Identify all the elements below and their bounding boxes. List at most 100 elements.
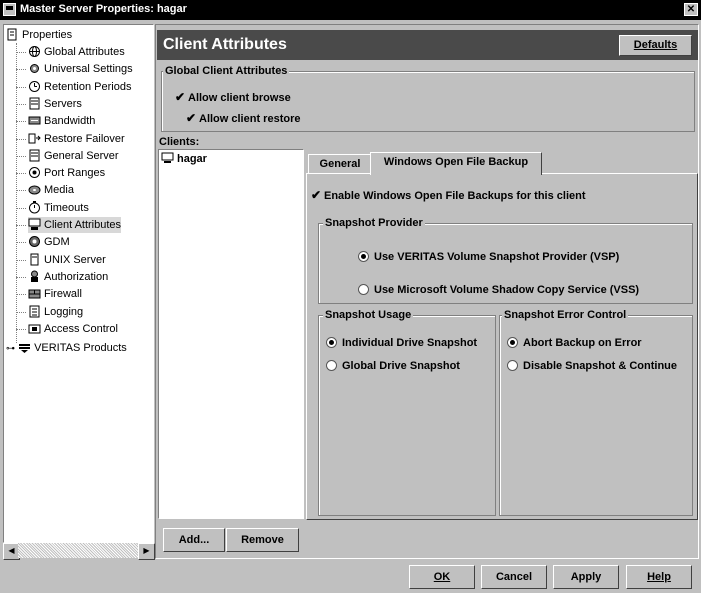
tree-item-access-control[interactable]: Access Control	[28, 321, 118, 337]
bandwidth-icon	[28, 114, 41, 127]
close-icon[interactable]: ✕	[684, 3, 698, 16]
error-disable-radio[interactable]: Disable Snapshot & Continue	[507, 360, 677, 372]
tree-item-logging[interactable]: Logging	[28, 304, 83, 320]
checkmark-icon: ✔	[186, 111, 197, 125]
help-button[interactable]: Help	[626, 565, 692, 589]
defaults-button[interactable]: Defaults	[619, 35, 692, 56]
allow-client-restore-checkbox[interactable]: ✔ Allow client restore	[186, 111, 300, 125]
cancel-button[interactable]: Cancel	[481, 565, 547, 589]
tree-item-servers[interactable]: Servers	[28, 96, 82, 112]
tree-item-label: Logging	[44, 305, 84, 318]
usage-global-label: Global Drive Snapshot	[342, 360, 460, 372]
tree-item-bandwidth[interactable]: Bandwidth	[28, 113, 95, 129]
global-attributes-title: Global Client Attributes	[163, 65, 290, 77]
tree-item-label: Client Attributes	[44, 219, 122, 231]
tree-item-unix-server[interactable]: UNIX Server	[28, 252, 106, 268]
client-name: hagar	[177, 153, 207, 165]
timer-icon	[28, 200, 41, 214]
firewall-icon	[28, 287, 41, 300]
provider-vss-label: Use Microsoft Volume Shadow Copy Service…	[374, 284, 640, 296]
tree-item-global-attributes[interactable]: Global Attributes	[28, 44, 125, 60]
scroll-track[interactable]	[18, 543, 138, 558]
usage-individual-label: Individual Drive Snapshot	[342, 337, 478, 349]
media-icon	[28, 183, 41, 196]
tree-connector	[16, 328, 26, 330]
tree-item-label: Bandwidth	[44, 115, 96, 128]
tree-connector	[16, 225, 26, 226]
remove-client-button[interactable]: Remove	[226, 528, 299, 552]
clock-icon	[28, 80, 41, 93]
tab-general[interactable]: General	[308, 154, 372, 174]
tab-wofb-label: Windows Open File Backup	[383, 156, 529, 168]
tree-item-label: UNIX Server	[44, 253, 106, 266]
radio-selected-icon	[507, 337, 518, 348]
tree-item-retention-periods[interactable]: Retention Periods	[28, 79, 131, 95]
checkmark-icon: ✔	[311, 188, 322, 202]
tree-item-label: Servers	[44, 97, 82, 110]
tree-item-timeouts[interactable]: Timeouts	[28, 200, 89, 216]
tree-item-label: Port Ranges	[44, 167, 106, 180]
server-icon	[28, 149, 41, 162]
failover-icon	[28, 132, 41, 145]
apply-button[interactable]: Apply	[553, 565, 619, 589]
tree-connector	[16, 259, 26, 261]
tree-horizontal-scrollbar[interactable]: ◀ ▶	[3, 543, 155, 560]
tree-item-firewall[interactable]: Firewall	[28, 286, 82, 302]
help-button-label: Help	[647, 571, 671, 583]
tree-veritas-label: VERITAS Products	[34, 342, 127, 354]
veritas-icon	[18, 341, 31, 354]
tree-item-authorization[interactable]: Authorization	[28, 269, 108, 285]
enable-wofb-label: Enable Windows Open File Backups for thi…	[324, 190, 586, 202]
tree-item-client-attributes[interactable]: Client Attributes	[28, 217, 122, 233]
tree-connector	[16, 242, 26, 244]
cancel-button-label: Cancel	[495, 571, 533, 583]
enable-wofb-checkbox[interactable]: ✔ Enable Windows Open File Backups for th…	[311, 188, 586, 202]
window-title: Master Server Properties: hagar	[20, 3, 187, 15]
allow-restore-label: Allow client restore	[199, 113, 301, 125]
radio-selected-icon	[358, 251, 369, 262]
add-client-button[interactable]: Add...	[163, 528, 225, 552]
allow-client-browse-checkbox[interactable]: ✔ Allow client browse	[175, 90, 291, 104]
apply-button-label: Apply	[570, 571, 602, 583]
tree-connector	[16, 276, 26, 278]
tree-item-label: Restore Failover	[44, 132, 125, 145]
scroll-right-icon[interactable]: ▶	[138, 543, 155, 560]
error-abort-radio[interactable]: Abort Backup on Error	[507, 337, 642, 349]
clients-list[interactable]: hagar	[158, 149, 304, 519]
defaults-button-label: Defaults	[633, 39, 678, 51]
tree-item-gdm[interactable]: GDM	[28, 234, 70, 250]
tree-root-properties[interactable]: Properties	[6, 27, 72, 43]
ok-button[interactable]: OK	[409, 565, 475, 589]
tree-connector	[16, 43, 17, 343]
tab-windows-open-file-backup[interactable]: Windows Open File Backup	[370, 152, 542, 175]
dialog-button-bar: OK Cancel Apply Help	[0, 562, 701, 593]
computer-icon	[161, 152, 174, 167]
expand-key-icon: ⊶	[6, 343, 15, 353]
title-bar: Master Server Properties: hagar ✕	[0, 0, 701, 20]
radio-unselected-icon	[326, 360, 337, 371]
settings-icon	[28, 62, 41, 75]
error-disable-label: Disable Snapshot & Continue	[523, 360, 678, 372]
provider-vss-radio[interactable]: Use Microsoft Volume Shadow Copy Service…	[358, 284, 639, 296]
radio-selected-icon	[326, 337, 337, 348]
tree-item-veritas-products[interactable]: ⊶ VERITAS Products	[6, 340, 127, 356]
tree-item-restore-failover[interactable]: Restore Failover	[28, 131, 125, 147]
tree-item-universal-settings[interactable]: Universal Settings	[28, 61, 133, 77]
properties-icon	[6, 28, 19, 41]
tree-connector	[16, 69, 26, 71]
tree-item-label: Access Control	[44, 322, 118, 335]
usage-global-radio[interactable]: Global Drive Snapshot	[326, 360, 460, 372]
tree-item-media[interactable]: Media	[28, 182, 74, 198]
client-item-hagar[interactable]: hagar	[161, 152, 207, 167]
usage-individual-radio[interactable]: Individual Drive Snapshot	[326, 337, 477, 349]
tree-item-label: Retention Periods	[44, 80, 132, 93]
snapshot-error-control-title: Snapshot Error Control	[502, 309, 629, 321]
access-control-icon	[28, 322, 41, 335]
snapshot-usage-title: Snapshot Usage	[323, 309, 414, 321]
provider-vsp-radio[interactable]: Use VERITAS Volume Snapshot Provider (VS…	[358, 251, 619, 263]
tree-item-general-server[interactable]: General Server	[28, 148, 119, 164]
allow-browse-label: Allow client browse	[188, 92, 291, 104]
tree-item-label: General Server	[44, 149, 119, 162]
tree-item-port-ranges[interactable]: Port Ranges	[28, 165, 105, 181]
tree-item-label: Universal Settings	[44, 63, 133, 76]
